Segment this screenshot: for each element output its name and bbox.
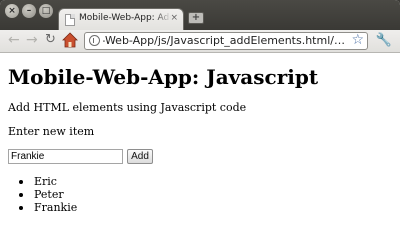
forward-arrow-icon[interactable]: → xyxy=(26,33,38,47)
back-arrow-icon[interactable]: ← xyxy=(8,33,20,47)
site-info-icon[interactable] xyxy=(89,35,100,46)
new-tab-button[interactable]: + xyxy=(188,12,204,24)
window-maximize-button[interactable]: □ xyxy=(39,4,53,18)
url-text[interactable]: …/Blogs/Mobile-Web-App/js/Javascript_add… xyxy=(103,34,345,47)
list-item: Peter xyxy=(19,188,77,201)
home-icon[interactable] xyxy=(62,32,78,48)
tab-title: Mobile-Web-App: Add HTML xyxy=(79,13,171,23)
browser-toolbar: ← → ↻ …/Blogs/Mobile-Web-App/js/Javascri… xyxy=(0,30,400,53)
new-item-input[interactable] xyxy=(8,149,123,164)
add-button[interactable]: Add xyxy=(127,149,153,164)
page-icon xyxy=(65,14,75,26)
title-bar: × – □ Mobile-Web-App: Add HTML × + xyxy=(0,0,400,30)
description-text: Add HTML elements using Javascript code xyxy=(8,101,247,114)
page-heading: Mobile-Web-App: Javascript xyxy=(8,65,319,89)
item-list: Eric Peter Frankie xyxy=(19,175,77,214)
window-minimize-button[interactable]: – xyxy=(22,4,36,18)
window-close-button[interactable]: × xyxy=(5,4,19,18)
page-content: Mobile-Web-App: Javascript Add HTML elem… xyxy=(0,53,400,240)
prompt-text: Enter new item xyxy=(8,125,95,138)
browser-window: × – □ Mobile-Web-App: Add HTML × + ← → ↻… xyxy=(0,0,400,240)
list-item: Eric xyxy=(19,175,77,188)
list-item: Frankie xyxy=(19,201,77,214)
tab-close-icon[interactable]: × xyxy=(170,13,178,23)
wrench-menu-icon[interactable]: 🔧 xyxy=(376,33,392,48)
bookmark-star-icon[interactable]: ☆ xyxy=(351,32,364,48)
browser-tab[interactable]: Mobile-Web-App: Add HTML × xyxy=(58,8,184,30)
reload-icon[interactable]: ↻ xyxy=(45,33,56,47)
address-bar[interactable]: …/Blogs/Mobile-Web-App/js/Javascript_add… xyxy=(84,32,368,50)
